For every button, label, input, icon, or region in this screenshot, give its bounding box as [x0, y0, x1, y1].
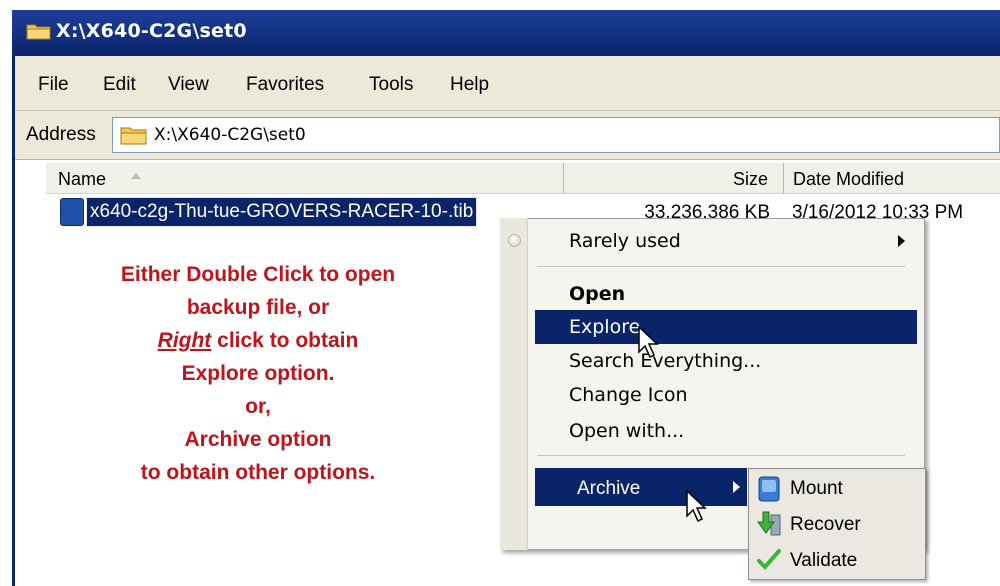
menu-item-archive[interactable]: Archive: [577, 478, 640, 500]
instruction-line: backup file, or: [186, 296, 330, 319]
menu-help[interactable]: Help: [450, 74, 489, 96]
menu-favorites[interactable]: Favorites: [246, 74, 324, 96]
column-separator[interactable]: [563, 163, 564, 193]
instruction-annotation: Either Double Click to open backup file,…: [40, 258, 476, 489]
instruction-line: Right click to obtain: [40, 324, 476, 357]
column-size-header[interactable]: Size: [733, 169, 768, 190]
sort-ascending-icon: [131, 173, 141, 179]
submenu-item-recover[interactable]: Recover: [790, 514, 861, 536]
menu-item-change-icon[interactable]: Change Icon: [569, 384, 688, 406]
mouse-cursor-icon: [638, 326, 659, 359]
mouse-cursor-icon: [686, 490, 707, 523]
instruction-text: click to obtain: [211, 329, 359, 352]
recover-arrow-icon: [757, 511, 781, 536]
context-menu-gutter: [500, 218, 528, 550]
column-name-header[interactable]: Name: [58, 169, 106, 190]
mount-disk-icon: [758, 476, 780, 502]
submenu-arrow-icon: [733, 481, 740, 493]
tib-file-icon[interactable]: [60, 198, 84, 226]
menu-item-search-everything[interactable]: Search Everything...: [569, 350, 761, 372]
validate-check-icon: [757, 549, 781, 570]
window-title: X:\X640-C2G\set0: [56, 20, 247, 42]
instruction-line: Archive option: [184, 428, 332, 451]
menu-tools[interactable]: Tools: [369, 74, 413, 96]
address-value: X:\X640-C2G\set0: [154, 125, 306, 145]
menu-item-open-with[interactable]: Open with...: [569, 420, 684, 442]
menu-bar: [15, 56, 1000, 111]
menu-item-explore[interactable]: Explore: [569, 316, 640, 338]
column-separator[interactable]: [783, 163, 784, 193]
submenu-item-validate[interactable]: Validate: [790, 550, 857, 572]
menu-edit[interactable]: Edit: [103, 74, 136, 96]
instruction-line: to obtain other options.: [140, 461, 376, 484]
submenu-arrow-icon: [898, 235, 905, 247]
instruction-emphasis: Right: [157, 329, 212, 352]
folder-icon: [120, 127, 147, 145]
instruction-line: Either Double Click to open: [120, 263, 396, 286]
folder-icon: [26, 24, 51, 40]
radio-dot-icon: [508, 234, 521, 247]
column-date-header[interactable]: Date Modified: [793, 169, 904, 190]
instruction-line: or,: [245, 395, 271, 418]
instruction-line: Explore option.: [181, 362, 335, 385]
menu-view[interactable]: View: [168, 74, 209, 96]
file-name-selected[interactable]: x640-c2g-Thu-tue-GROVERS-RACER-10-.tib: [85, 197, 478, 227]
menu-highlight: [535, 468, 747, 506]
menu-item-open[interactable]: Open: [569, 283, 625, 305]
address-label: Address: [26, 124, 96, 145]
submenu-item-mount[interactable]: Mount: [790, 478, 843, 500]
menu-file[interactable]: File: [38, 74, 69, 96]
menu-item-rarely-used[interactable]: Rarely used: [569, 230, 681, 252]
menu-separator: [537, 455, 905, 456]
menu-separator: [537, 266, 905, 267]
